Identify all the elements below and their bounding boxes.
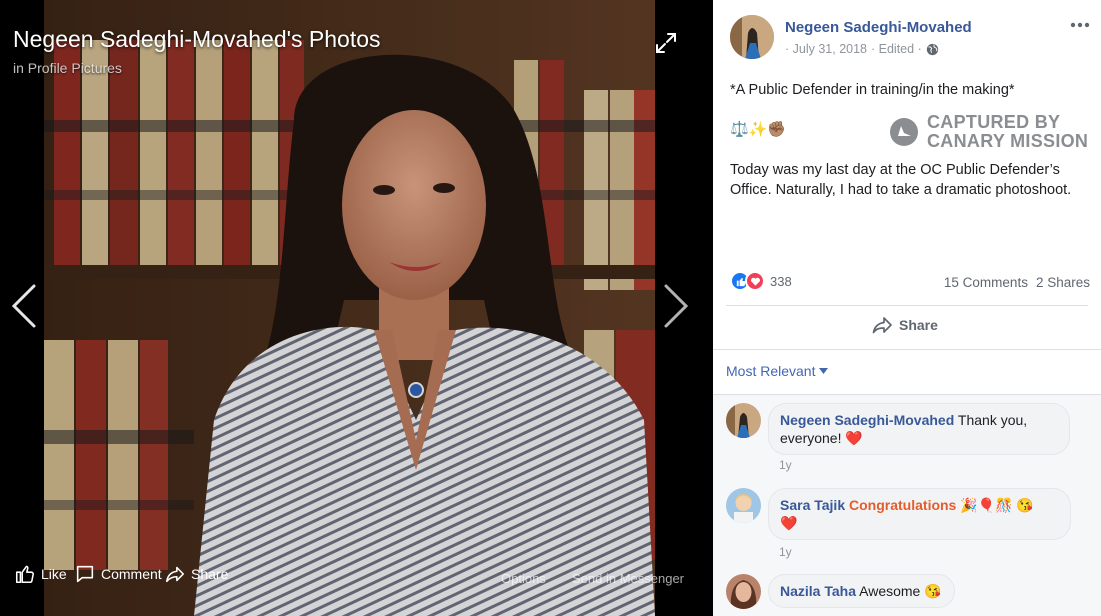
options-button[interactable]: Options: [501, 564, 546, 592]
post-text-headline: *A Public Defender in training/in the ma…: [730, 82, 1015, 98]
love-reaction-icon: [745, 271, 765, 291]
avatar[interactable]: [726, 403, 761, 438]
share-button[interactable]: Share: [164, 560, 228, 588]
comment-author[interactable]: Sara Tajik: [780, 497, 845, 513]
globe-icon: [926, 43, 938, 55]
post-meta: · July 31, 2018 · Edited ·: [785, 42, 939, 56]
comment-label: Comment: [101, 566, 162, 582]
comment-bubble: Sara Tajik Congratulations 🎉🎈🎊 😘 ❤️: [768, 488, 1071, 540]
post-share-button[interactable]: Share: [872, 316, 938, 334]
photo-viewer: Negeen Sadeghi-Movahed's Photos in Profi…: [0, 0, 713, 616]
comment-author[interactable]: Nazila Taha: [780, 583, 856, 599]
canary-mission-watermark: CAPTURED BY CANARY MISSION: [889, 113, 1088, 151]
edited-label[interactable]: · Edited ·: [871, 42, 922, 56]
sort-label: Most Relevant: [726, 363, 816, 379]
avatar[interactable]: [730, 15, 774, 59]
comment-text: Awesome: [859, 583, 921, 599]
comment-emoji: ❤️: [845, 430, 863, 446]
share-icon: [165, 566, 185, 583]
post-author-name[interactable]: Negeen Sadeghi-Movahed: [785, 19, 972, 36]
comment-bubble: Negeen Sadeghi-Movahed Thank you, everyo…: [768, 403, 1070, 455]
photo-image: [44, 0, 655, 616]
more-options-icon[interactable]: [1068, 18, 1092, 32]
comment-emoji: 🎉🎈🎊 😘: [960, 497, 1034, 513]
avatar[interactable]: [726, 488, 761, 523]
reaction-summary[interactable]: 338: [730, 271, 792, 291]
post-panel: Negeen Sadeghi-Movahed · July 31, 2018 ·…: [713, 0, 1101, 616]
divider: [726, 305, 1088, 306]
divider: [713, 349, 1101, 350]
album-subtitle[interactable]: in Profile Pictures: [13, 60, 122, 76]
like-button[interactable]: Like: [14, 560, 67, 588]
expand-icon[interactable]: [654, 31, 678, 55]
comment-text: Congratulations: [849, 497, 957, 513]
comment-bubble: Nazila Taha Awesome 😘: [768, 574, 955, 608]
send-in-messenger-button[interactable]: Send in Messenger: [572, 564, 684, 592]
chevron-right-icon[interactable]: [662, 283, 690, 329]
avatar[interactable]: [726, 574, 761, 609]
reaction-count: 338: [770, 273, 792, 289]
comment-button[interactable]: Comment: [74, 560, 162, 588]
chevron-down-icon: [819, 368, 829, 374]
comment-timestamp[interactable]: 1y: [779, 458, 792, 472]
shares-count-link[interactable]: 2 Shares: [1036, 275, 1090, 290]
post-share-label: Share: [899, 317, 938, 333]
engagement-counts: 15 Comments 2 Shares: [944, 275, 1090, 290]
post-emojis: ⚖️✨✊🏽: [730, 121, 787, 138]
comments-count-link[interactable]: 15 Comments: [944, 275, 1028, 290]
watermark-line2: CANARY MISSION: [927, 131, 1089, 151]
comment-emoji-heart: ❤️: [780, 515, 798, 531]
share-arrow-icon: [872, 317, 892, 334]
comment-timestamp[interactable]: 1y: [779, 545, 792, 559]
comment-author[interactable]: Negeen Sadeghi-Movahed: [780, 412, 954, 428]
watermark-line1: CAPTURED BY: [927, 112, 1061, 132]
comment-sort-dropdown[interactable]: Most Relevant: [726, 363, 829, 379]
post-date[interactable]: · July 31, 2018: [785, 42, 867, 56]
comment-emoji: 😘: [924, 583, 942, 599]
viewer-action-bar: Like Comment Share Options Send in Messe…: [0, 560, 713, 590]
post-text-body: Today was my last day at the OC Public D…: [730, 162, 1072, 198]
profile-photo[interactable]: [44, 0, 655, 616]
share-label: Share: [191, 566, 229, 582]
canary-logo-icon: [890, 118, 918, 146]
like-label: Like: [41, 566, 67, 582]
album-title: Negeen Sadeghi-Movahed's Photos: [13, 26, 381, 52]
comment-icon: [76, 565, 94, 583]
thumbs-up-icon: [15, 565, 34, 584]
chevron-left-icon[interactable]: [10, 283, 38, 329]
